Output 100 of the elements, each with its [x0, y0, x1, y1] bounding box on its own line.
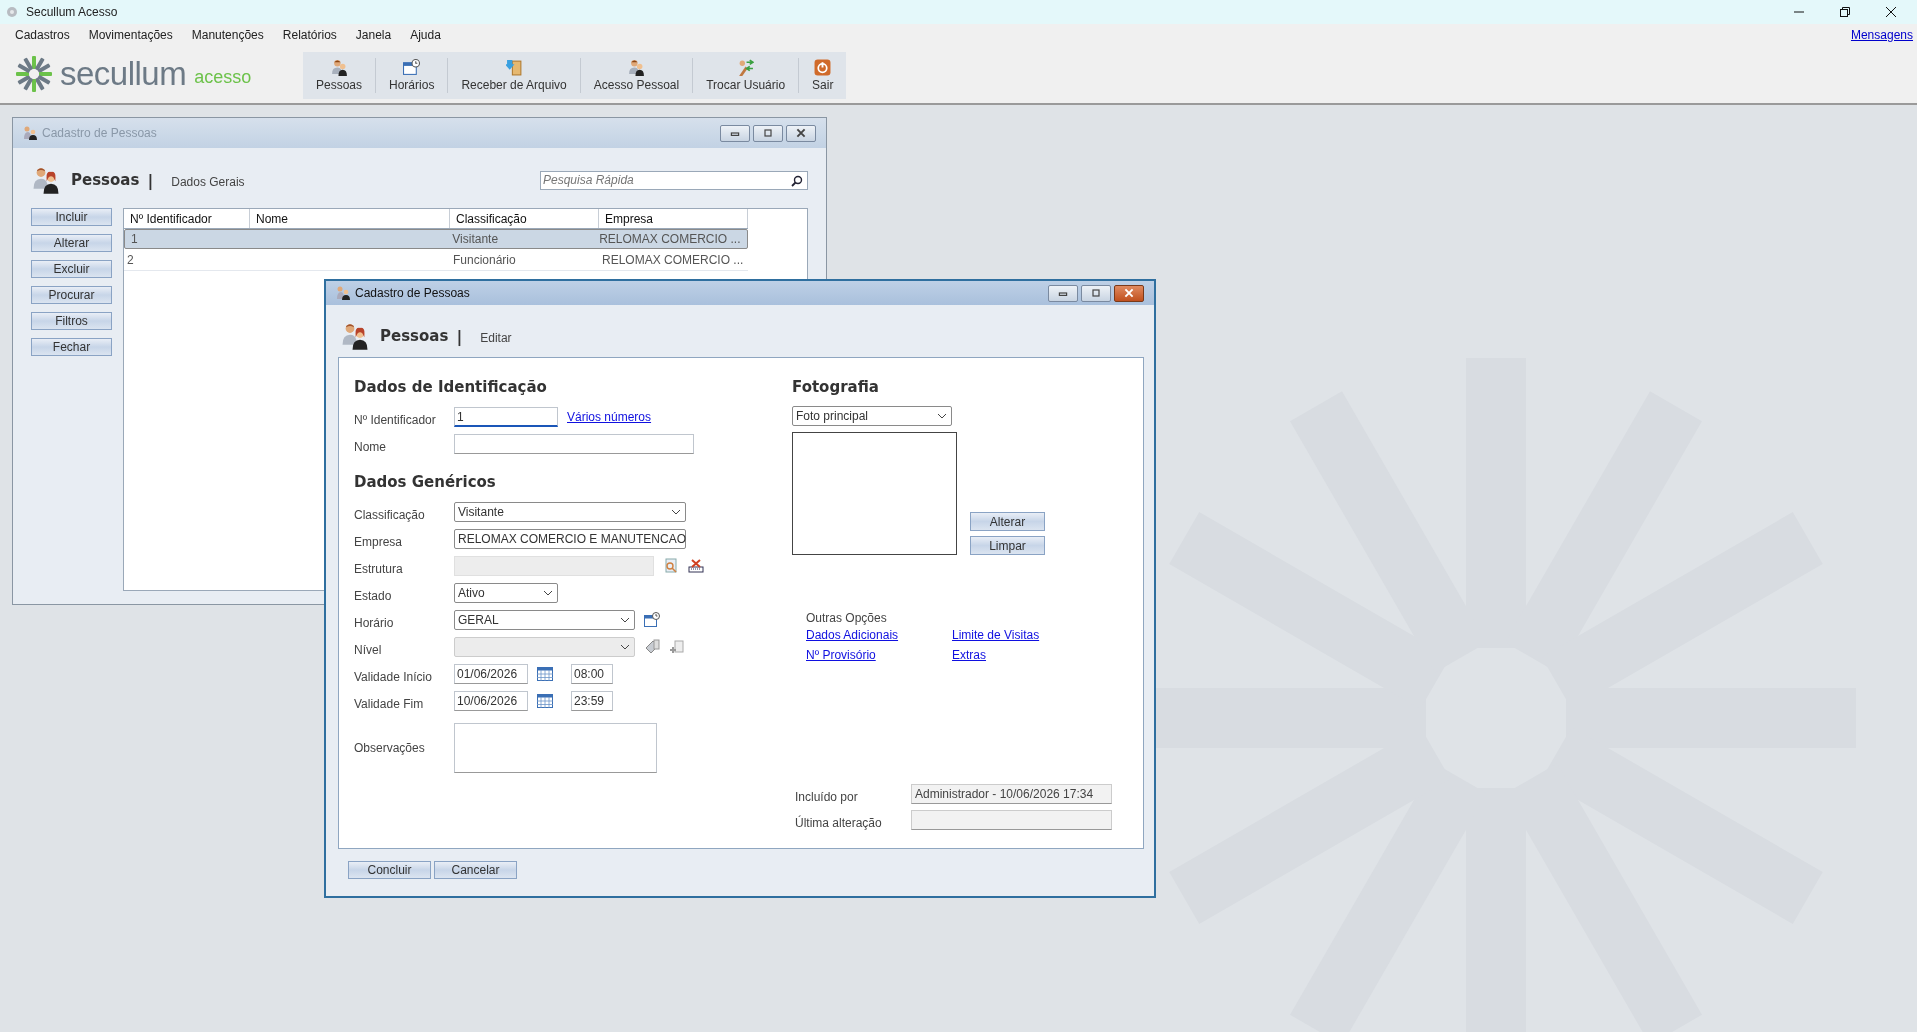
close-icon: [1123, 288, 1135, 298]
table-cell-text: RELOMAX COMERCIO ...: [598, 232, 742, 246]
column-header[interactable]: Nome: [250, 209, 450, 228]
table-cell-text: RELOMAX COMERCIO ...: [601, 252, 745, 267]
dropdown[interactable]: GERAL: [454, 610, 635, 630]
edit-icon[interactable]: [644, 639, 660, 655]
chevron-down-icon: [937, 413, 947, 419]
heading-separator: |: [147, 170, 154, 190]
section-heading: Dados de Identificação: [354, 378, 548, 396]
side-button[interactable]: Procurar: [31, 286, 112, 304]
toolbar-button[interactable]: Horários: [376, 51, 448, 99]
date-field[interactable]: 01/06/2026: [454, 664, 528, 684]
menu-item[interactable]: Manutenções: [191, 27, 264, 42]
dropdown[interactable]: Visitante: [454, 502, 686, 522]
field-label: Validade Início: [354, 669, 433, 684]
file-download-icon: [505, 58, 523, 76]
option-link[interactable]: Nº Provisório: [806, 648, 876, 662]
option-link[interactable]: Limite de Visitas: [952, 628, 1040, 642]
column-header[interactable]: Empresa: [599, 209, 748, 228]
section-title: Editar: [480, 331, 512, 345]
table-row[interactable]: 2 Funcionário RELOMAX COMERCIO ...: [124, 249, 748, 271]
field-label: Empresa: [354, 534, 404, 549]
dialog-button[interactable]: Concluir: [348, 861, 431, 879]
toolbar-button[interactable]: Pessoas: [303, 51, 376, 99]
table-cell-text: Funcionário: [452, 252, 517, 267]
menu-item[interactable]: Relatórios: [282, 27, 337, 42]
field-label: Nome: [354, 439, 387, 454]
people-icon: [23, 126, 37, 140]
power-icon: [814, 58, 832, 76]
notes-field[interactable]: [454, 723, 657, 773]
add-icon[interactable]: [669, 639, 685, 655]
chevron-down-icon: [620, 617, 630, 623]
menu-item[interactable]: Movimentações: [88, 27, 173, 42]
calendar-icon[interactable]: [537, 694, 553, 708]
search-icon: [791, 174, 803, 187]
minimize-button[interactable]: [1048, 284, 1078, 302]
side-button[interactable]: Alterar: [31, 234, 112, 252]
swap-users-icon: [737, 58, 755, 76]
chevron-down-icon: [543, 590, 553, 596]
table-row[interactable]: 1 Visitante RELOMAX COMERCIO ...: [124, 229, 748, 249]
search-field[interactable]: Pesquisa Rápida: [540, 170, 808, 190]
window-title: Secullum Acesso: [26, 5, 118, 19]
page-heading: Pessoas: [71, 171, 140, 189]
input-field[interactable]: 1: [454, 407, 558, 427]
field-label: Última alteração: [795, 814, 883, 830]
field-label: Classificação: [354, 507, 426, 522]
side-button[interactable]: Filtros: [31, 312, 112, 330]
chevron-down-icon: [671, 509, 681, 515]
table-cell-text: 1: [130, 232, 139, 246]
field-label: Nível: [354, 642, 383, 657]
people-icon: [336, 286, 350, 300]
search-document-icon[interactable]: [663, 558, 679, 574]
toolbar-button[interactable]: Receber de Arquivo: [448, 51, 580, 99]
menu-item[interactable]: Cadastros: [15, 27, 70, 42]
link[interactable]: Vários números: [567, 410, 652, 424]
photo-button[interactable]: Alterar: [970, 512, 1045, 531]
side-button[interactable]: Incluir: [31, 208, 112, 226]
messages-link[interactable]: Mensagens: [1850, 27, 1913, 42]
options-title: Outras Opções: [806, 611, 888, 625]
column-header[interactable]: Nº Identificador: [124, 209, 250, 228]
dropdown[interactable]: Foto principal: [792, 406, 952, 426]
field-label: Horário: [354, 615, 395, 630]
date-field[interactable]: 10/06/2026: [454, 691, 528, 711]
restore-icon[interactable]: [1839, 6, 1851, 18]
dialog-button[interactable]: Cancelar: [434, 861, 517, 879]
close-icon[interactable]: [1885, 6, 1897, 18]
field-label: Nº Identificador: [354, 412, 437, 427]
time-field[interactable]: 08:00: [571, 664, 613, 684]
calendar-clock-icon[interactable]: [644, 612, 660, 628]
dropdown[interactable]: Ativo: [454, 583, 558, 603]
field-label: Validade Fim: [354, 696, 425, 711]
close-button[interactable]: [1114, 284, 1144, 302]
input-field[interactable]: [454, 434, 694, 454]
time-field[interactable]: 23:59: [571, 691, 613, 711]
toolbar-button[interactable]: Trocar Usuário: [693, 51, 799, 99]
side-button[interactable]: Excluir: [31, 260, 112, 278]
maximize-icon: [762, 128, 774, 138]
readonly-field: Administrador - 10/06/2026 17:34: [911, 784, 1112, 804]
menu-item[interactable]: Janela: [355, 27, 392, 42]
field-label: Estrutura: [354, 561, 404, 576]
section-title: Dados Gerais: [171, 175, 245, 189]
option-link[interactable]: Extras: [952, 648, 986, 662]
person-icon: [628, 58, 645, 76]
column-header[interactable]: Classificação: [450, 209, 599, 228]
heading-separator: |: [456, 326, 463, 346]
side-button[interactable]: Fechar: [31, 338, 112, 356]
toolbar-button[interactable]: Sair: [799, 51, 847, 99]
menu-item[interactable]: Ajuda: [410, 27, 441, 42]
logo-text: secullum: [60, 55, 187, 93]
logo-icon: [14, 54, 54, 94]
toolbar-button[interactable]: Acesso Pessoal: [580, 51, 693, 99]
table-cell-text: Visitante: [451, 232, 500, 246]
eraser-icon[interactable]: [688, 558, 704, 574]
page-heading: Pessoas: [380, 327, 449, 345]
people-icon: [31, 166, 61, 194]
photo-button[interactable]: Limpar: [970, 536, 1045, 555]
chevron-down-icon: [620, 644, 630, 650]
person-icon: [330, 58, 348, 76]
option-link[interactable]: Dados Adicionais: [806, 628, 899, 642]
calendar-icon[interactable]: [537, 667, 553, 681]
